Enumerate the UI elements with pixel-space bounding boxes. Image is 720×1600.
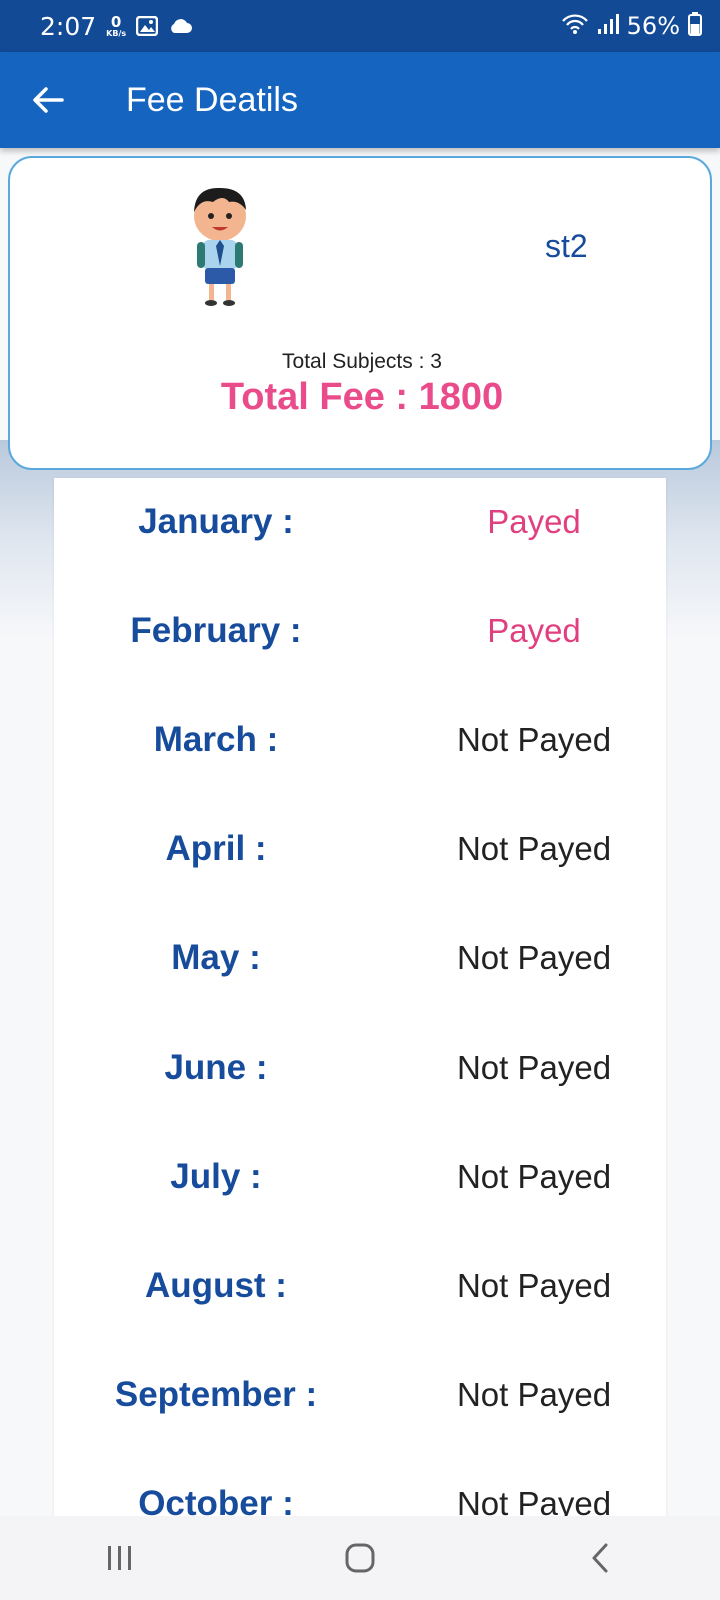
month-label: July : xyxy=(170,1157,262,1196)
fee-row-february: February : Payed xyxy=(54,601,666,661)
month-label: May : xyxy=(171,938,261,977)
month-label: March : xyxy=(153,720,279,759)
fee-row-october: October : Not Payed xyxy=(54,1474,666,1518)
battery-icon xyxy=(688,12,702,40)
app-bar: Fee Deatils xyxy=(0,52,720,148)
wifi-icon xyxy=(561,13,589,39)
status-right: 56% xyxy=(561,12,702,40)
fee-row-june: June : Not Payed xyxy=(54,1038,666,1098)
month-label: April : xyxy=(165,829,267,868)
total-subjects: Total Subjects : 3 xyxy=(282,350,442,373)
month-label: September : xyxy=(114,1375,318,1414)
signal-icon xyxy=(597,13,619,39)
fee-row-may: May : Not Payed xyxy=(54,928,666,988)
data-rate-indicator: 0 KB/s xyxy=(106,12,127,38)
home-icon xyxy=(345,1543,375,1573)
fee-status-list[interactable]: January : Payed February : Payed March :… xyxy=(54,478,666,1518)
payment-status: Not Payed xyxy=(456,830,612,867)
status-bar: 2:07 0 KB/s 56% xyxy=(0,0,720,52)
payment-status: Not Payed xyxy=(456,1158,612,1195)
arrow-left-icon xyxy=(33,87,64,113)
month-label: February : xyxy=(130,611,302,650)
fee-row-march: March : Not Payed xyxy=(54,710,666,770)
month-label: June : xyxy=(164,1048,268,1087)
fee-row-july: July : Not Payed xyxy=(54,1147,666,1207)
student-profile-card: st2 Total Subjects : 3 Total Fee : 1800 xyxy=(8,156,712,470)
recents-icon xyxy=(108,1546,131,1570)
fee-row-april: April : Not Payed xyxy=(54,819,666,879)
battery-percentage: 56% xyxy=(626,12,680,40)
total-fee: Total Fee : 1800 xyxy=(220,376,504,418)
page-title: Fee Deatils xyxy=(126,80,298,119)
payment-status: Not Payed xyxy=(456,1376,612,1413)
fee-row-january: January : Payed xyxy=(54,492,666,552)
home-button[interactable] xyxy=(315,1528,405,1588)
status-time: 2:07 xyxy=(40,11,97,41)
payment-status: Payed xyxy=(487,612,581,649)
data-rate-value: 0 xyxy=(110,12,122,31)
system-nav-bar xyxy=(0,1516,720,1600)
recents-button[interactable] xyxy=(75,1528,165,1588)
payment-status: Payed xyxy=(487,503,581,540)
payment-status: Not Payed xyxy=(456,1049,612,1086)
data-rate-unit: KB/s xyxy=(106,28,127,38)
month-label: August : xyxy=(145,1266,287,1305)
system-back-button[interactable] xyxy=(555,1528,645,1588)
fee-row-august: August : Not Payed xyxy=(54,1256,666,1316)
chevron-left-icon xyxy=(592,1543,608,1573)
fee-row-september: September : Not Payed xyxy=(54,1365,666,1425)
month-label: January : xyxy=(138,502,294,541)
month-label: October : xyxy=(138,1484,294,1518)
payment-status: Not Payed xyxy=(456,1485,612,1518)
student-name: st2 xyxy=(545,228,588,264)
gallery-icon xyxy=(136,16,159,36)
back-button[interactable] xyxy=(18,70,78,130)
payment-status: Not Payed xyxy=(456,1267,612,1304)
payment-status: Not Payed xyxy=(456,721,612,758)
cloud-icon xyxy=(168,18,193,34)
payment-status: Not Payed xyxy=(456,939,612,976)
student-avatar-icon xyxy=(185,182,255,308)
